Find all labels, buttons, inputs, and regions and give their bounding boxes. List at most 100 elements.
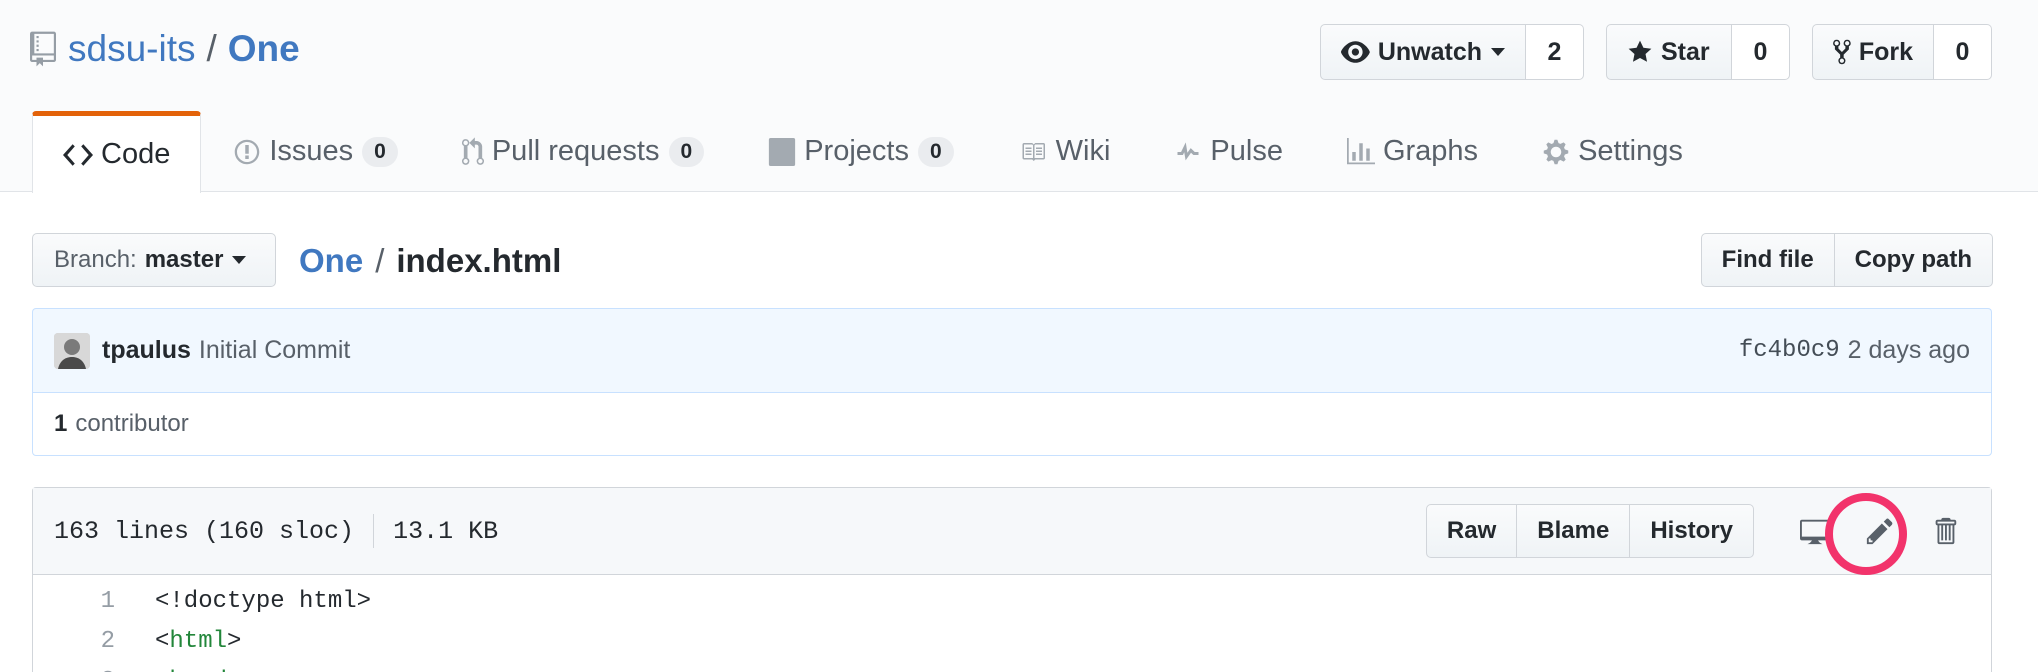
tab-projects[interactable]: Projects 0 [768,111,954,192]
tab-code[interactable]: Code [32,111,202,193]
star-label: Star [1661,37,1710,66]
stars-count[interactable]: 0 [1732,24,1790,80]
avatar-image [54,332,90,369]
breadcrumb-file-name: index.html [396,242,562,279]
watchers-count[interactable]: 2 [1526,24,1584,80]
code-line: 3 <head> [33,661,1991,672]
breadcrumb-root-link[interactable]: One [299,242,363,280]
projects-counter: 0 [917,136,954,167]
chevron-down-icon [1491,48,1505,56]
issue-icon [235,139,260,164]
delete-file-button[interactable] [1919,505,1971,557]
project-icon [769,137,796,166]
file-size: 13.1 KB [393,516,499,546]
contributors-bar[interactable]: 1 contributor [32,392,1992,456]
tab-settings[interactable]: Settings [1542,111,1683,192]
issues-counter: 0 [362,136,398,167]
tab-wiki[interactable]: Wiki [1018,111,1111,192]
branch-name: master [144,246,224,273]
pull-requests-counter: 0 [668,136,705,167]
book-icon [1022,142,1045,161]
raw-button[interactable]: Raw [1425,504,1518,558]
repo-name-link[interactable]: One [228,28,300,70]
tab-projects-label: Projects [804,135,909,167]
commit-time: 2 days ago [1847,336,1970,364]
commit-sha-link[interactable]: fc4b0c9 [1739,337,1840,364]
desktop-icon [1800,519,1830,545]
tab-wiki-label: Wiki [1055,135,1111,167]
contributors-label: contributor [75,410,189,437]
tab-issues[interactable]: Issues 0 [233,111,398,192]
history-button[interactable]: History [1629,504,1754,558]
tab-graphs-label: Graphs [1382,135,1479,167]
edit-file-button[interactable] [1854,505,1906,557]
file-viewer: 163 lines (160 sloc) 13.1 KB Raw Blame H… [32,487,1992,672]
tab-pulse-label: Pulse [1210,135,1283,167]
line-code: <!doctype html> [155,587,372,615]
fork-label: Fork [1858,37,1913,66]
file-info-divider [373,514,375,548]
line-number[interactable]: 3 [33,668,115,672]
graph-icon [1346,137,1375,164]
tag-close-bracket: > [227,668,241,672]
pull-request-icon [461,136,484,165]
fork-group: Fork 0 [1812,24,1992,80]
star-group: Star 0 [1606,24,1790,80]
repo-title: sdsu-its / One [30,24,300,74]
contributors-count: 1 [54,410,68,437]
repo-title-separator: / [206,28,217,69]
fork-icon [1833,39,1851,65]
commit-meta: fc4b0c9 2 days ago [1739,336,1970,365]
copy-path-button[interactable]: Copy path [1834,233,1993,287]
tab-pull-requests[interactable]: Pull requests 0 [461,111,705,192]
breadcrumb: One / index.html [299,236,561,286]
watch-group: Unwatch 2 [1320,24,1584,80]
blame-button[interactable]: Blame [1516,504,1631,558]
tag-name: head [169,668,227,672]
star-icon [1628,40,1652,62]
file-actions: Raw Blame History [1425,493,1971,575]
code-line: 2 <html> [33,621,1991,661]
trash-icon [1935,517,1957,545]
repo-nav: Code Issues 0 Pull requests 0 Projects 0… [32,111,1683,193]
line-code: <head> [115,668,241,672]
eye-icon [1341,41,1370,63]
open-desktop-button[interactable] [1789,505,1841,557]
line-code: <html> [115,628,241,655]
tab-pulse[interactable]: Pulse [1174,111,1283,192]
repo-owner-link[interactable]: sdsu-its [68,28,195,70]
line-number[interactable]: 2 [33,628,115,655]
breadcrumb-separator: / [375,242,385,279]
tag-name: html [169,627,228,655]
repo-header: sdsu-its / One Unwatch 2 Star 0 Fork 0 C… [0,0,2038,193]
branch-prefix: Branch: [54,246,137,273]
code-icon [63,143,93,166]
star-button[interactable]: Star [1606,24,1732,80]
gear-icon [1543,139,1569,164]
file-navigation-buttons: Find file Copy path [1700,233,1993,287]
unwatch-button[interactable]: Unwatch [1320,24,1526,80]
pencil-icon [1866,518,1893,545]
tab-issues-label: Issues [269,135,354,167]
tab-pull-requests-label: Pull requests [491,135,660,167]
find-file-button[interactable]: Find file [1700,233,1835,287]
tab-settings-label: Settings [1578,135,1683,167]
tab-graphs[interactable]: Graphs [1346,111,1479,192]
commit-author-link[interactable]: tpaulus [102,336,191,365]
pulse-icon [1177,141,1199,160]
forks-count[interactable]: 0 [1934,24,1992,80]
branch-selector-button[interactable]: Branch: master [32,233,276,287]
unwatch-label: Unwatch [1377,37,1482,66]
code-line: 1 <!doctype html> [33,581,1991,621]
chevron-down-icon [232,256,247,264]
commit-message-link[interactable]: Initial Commit [199,336,350,365]
file-header: 163 lines (160 sloc) 13.1 KB Raw Blame H… [33,488,1991,575]
tab-code-label: Code [101,138,171,170]
line-number[interactable]: 1 [33,588,115,615]
file-view-buttons: Raw Blame History [1425,504,1754,558]
avatar[interactable] [54,332,90,369]
file-lines-info: 163 lines (160 sloc) [54,516,355,546]
repo-icon [30,31,56,67]
fork-button[interactable]: Fork [1812,24,1934,80]
tag-open-bracket: < [155,627,170,655]
